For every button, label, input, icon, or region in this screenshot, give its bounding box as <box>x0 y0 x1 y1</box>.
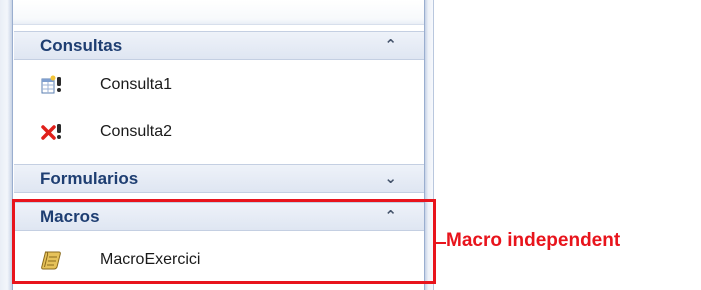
pane-left-border <box>0 0 13 290</box>
group-title-consultas: Consultas <box>40 35 123 55</box>
list-item-label: Consulta1 <box>100 76 173 93</box>
delete-query-icon <box>40 121 64 143</box>
list-item-label: MacroExercici <box>100 251 201 268</box>
group-header-formularios[interactable]: Formularios ⌄ <box>14 164 424 193</box>
query-wizard-icon <box>40 74 64 96</box>
annotation-connector-line <box>436 242 446 244</box>
navigation-pane: Consultas ⌃ Consulta1 Consulta2 Formular… <box>0 0 434 290</box>
list-item-consulta1[interactable]: Consulta1 <box>14 65 424 105</box>
group-title-macros: Macros <box>40 206 100 226</box>
list-item-consulta2[interactable]: Consulta2 <box>14 112 424 152</box>
group-header-consultas[interactable]: Consultas ⌃ <box>14 31 424 60</box>
group-title-formularios: Formularios <box>40 168 139 188</box>
list-item-macroexercici[interactable]: MacroExercici <box>14 240 424 280</box>
pane-top-strip <box>13 0 424 25</box>
annotation-label: Macro independent <box>446 230 621 251</box>
list-item-label: Consulta2 <box>100 123 173 140</box>
macro-scroll-icon <box>40 249 64 271</box>
chevron-double-down-icon[interactable]: ⌄ <box>384 171 397 186</box>
chevron-double-up-icon[interactable]: ⌃ <box>384 209 397 224</box>
pane-scrollbar[interactable] <box>424 0 434 290</box>
chevron-double-up-icon[interactable]: ⌃ <box>384 38 397 53</box>
group-header-macros[interactable]: Macros ⌃ <box>14 202 424 231</box>
